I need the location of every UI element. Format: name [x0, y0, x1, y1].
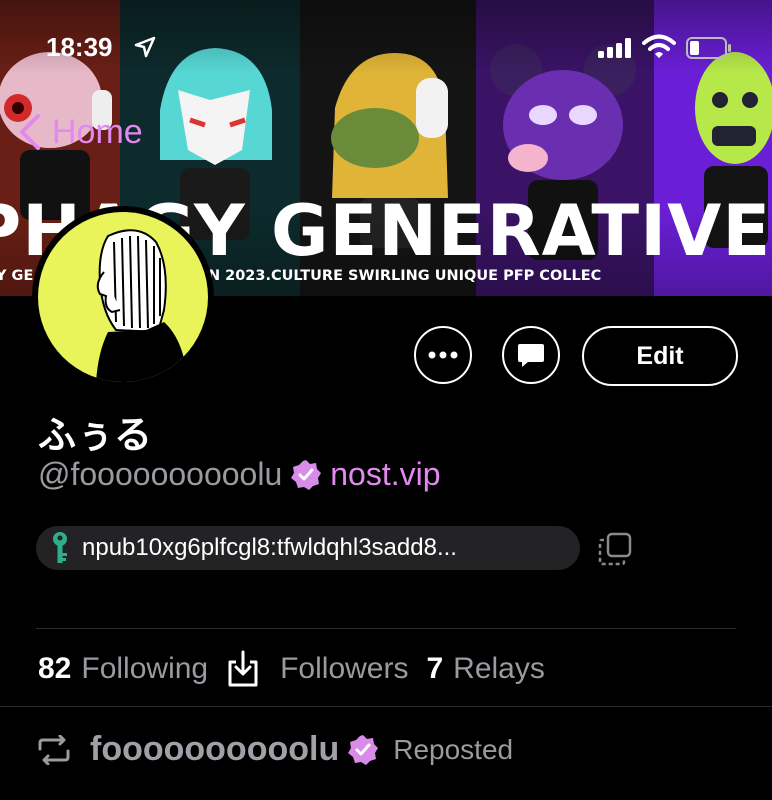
back-label: Home — [52, 112, 143, 151]
wifi-icon — [642, 34, 676, 58]
followers-label[interactable]: Followers — [280, 652, 408, 686]
download-followers-icon[interactable] — [226, 650, 260, 688]
key-icon — [53, 532, 67, 563]
verified-badge-icon — [291, 459, 322, 490]
direct-message-button[interactable] — [502, 326, 560, 384]
repost-icon — [38, 734, 70, 765]
divider — [36, 628, 736, 629]
relays-label[interactable]: Relays — [453, 652, 545, 686]
repost-header: foooooooooolu Reposted — [36, 730, 513, 769]
display-name: ふぅる — [38, 413, 153, 457]
following-count[interactable]: 82 — [38, 652, 71, 686]
status-time: 18:39 — [46, 32, 113, 62]
avatar-image — [38, 212, 208, 382]
username-handle: @foooooooooolu — [38, 456, 283, 492]
handle-row: @foooooooooolu nost.vip — [38, 456, 441, 493]
nip05-domain[interactable]: nost.vip — [330, 456, 440, 493]
avatar[interactable] — [32, 206, 214, 388]
reposted-label: Reposted — [393, 733, 514, 765]
location-arrow-icon — [134, 36, 156, 58]
message-bubble-icon — [518, 344, 544, 367]
copy-icon[interactable] — [598, 532, 632, 566]
verified-badge-icon — [348, 734, 379, 765]
back-button[interactable]: Home — [18, 112, 143, 152]
relays-count[interactable]: 7 — [426, 652, 443, 686]
edit-profile-button[interactable]: Edit — [582, 326, 738, 386]
cellular-signal-icon — [598, 38, 631, 58]
reposter-name[interactable]: foooooooooolu — [90, 730, 339, 769]
following-label[interactable]: Following — [81, 652, 208, 686]
divider — [0, 706, 772, 707]
npub-key-pill[interactable]: npub10xg6plfcgl8:tfwldqhl3sadd8... — [36, 526, 580, 570]
battery-icon — [686, 37, 731, 59]
ellipsis-icon — [428, 351, 458, 359]
npub-text: npub10xg6plfcgl8:tfwldqhl3sadd8... — [82, 534, 457, 561]
stats-row: 82 Following Followers 7 Relays — [38, 650, 545, 688]
avatar-portrait — [96, 229, 188, 382]
more-options-button[interactable] — [414, 326, 472, 384]
chevron-left-icon — [20, 114, 40, 150]
